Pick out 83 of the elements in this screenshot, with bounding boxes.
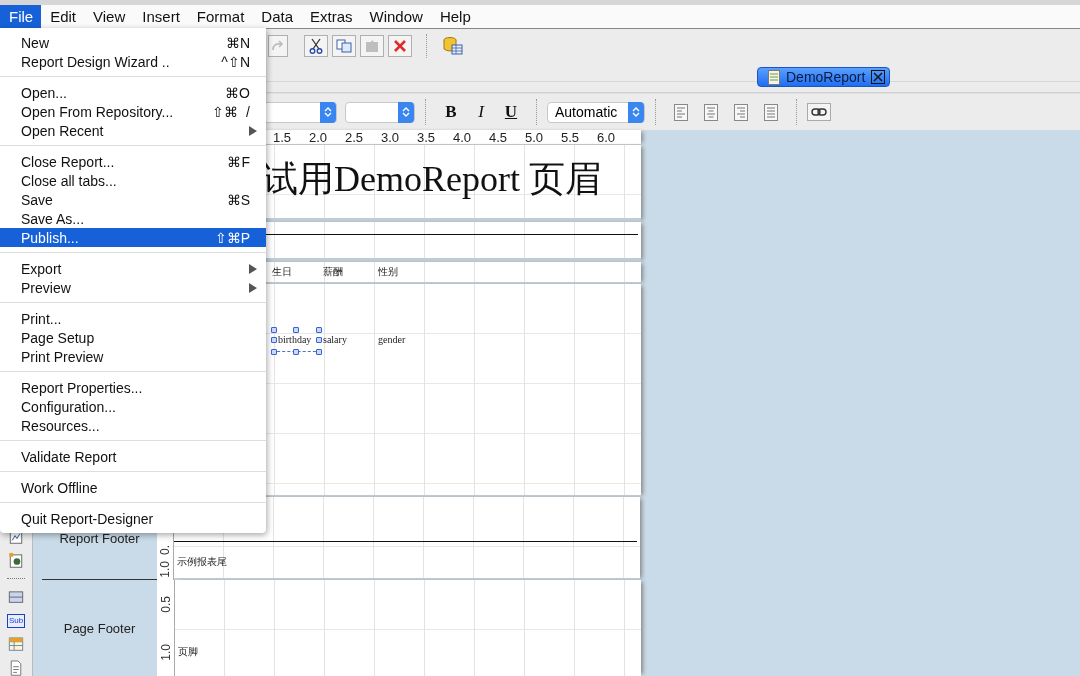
delete-icon <box>393 38 407 53</box>
font-family-dropdown[interactable] <box>266 101 337 123</box>
menu-bar-item[interactable]: File <box>0 5 42 28</box>
delete-button[interactable] <box>388 34 412 57</box>
link-button[interactable] <box>807 103 831 121</box>
menu-bar-item[interactable]: Window <box>360 5 431 28</box>
ruler-label: 0. <box>158 545 172 556</box>
ruler-label: 1.0 <box>158 643 173 661</box>
subreport-icon[interactable]: Sub <box>6 613 26 628</box>
data-field[interactable]: salary <box>323 334 378 350</box>
clipboard-icon <box>364 38 380 53</box>
align-center-icon[interactable] <box>704 103 718 121</box>
menu-item[interactable]: Report Design Wizard .. ^⇧N <box>0 52 266 71</box>
redo-icon <box>271 39 285 52</box>
menu-item[interactable]: Page Setup <box>0 328 266 347</box>
ruler-label: 1.5 <box>271 129 293 145</box>
menu-bar-item[interactable]: Insert <box>133 5 188 28</box>
menu-item[interactable]: Export <box>0 259 266 278</box>
database-button[interactable] <box>441 34 465 57</box>
ruler-label: 0.5 <box>158 595 173 613</box>
menu-item[interactable]: Open... ⌘O <box>0 83 266 102</box>
ruler-label: 5.5 <box>559 129 581 145</box>
ruler-label: 2.0 <box>307 129 329 145</box>
menu-item[interactable]: Report Properties... <box>0 378 266 397</box>
font-size-dropdown[interactable] <box>345 101 415 123</box>
copy-icon <box>336 38 352 53</box>
menu-bar-item[interactable]: Edit <box>41 5 85 28</box>
ruler-label: 3.5 <box>415 129 437 145</box>
menu-item[interactable]: Print Preview <box>0 347 266 366</box>
ruler-label: 3.0 <box>379 129 401 145</box>
ruler-label: 2.5 <box>343 129 365 145</box>
menu-bar-item[interactable]: Data <box>252 5 301 28</box>
menu-item[interactable]: Open From Repository... ⇧⌘ / <box>0 102 266 121</box>
menu-bar-item[interactable]: Extras <box>301 5 361 28</box>
bold-button[interactable]: B <box>436 102 466 122</box>
document-icon[interactable] <box>8 659 24 676</box>
scissors-icon <box>309 37 323 54</box>
footer-text: 页脚 <box>177 645 199 659</box>
menu-item[interactable]: Work Offline <box>0 478 266 497</box>
ruler-label: 4.0 <box>451 129 473 145</box>
menu-bar-item[interactable]: View <box>84 5 134 28</box>
chain-link-icon <box>811 108 827 116</box>
report-tab[interactable]: DemoReport <box>757 67 890 87</box>
document-icon <box>768 69 780 85</box>
menu-bar-item[interactable]: Help <box>430 5 479 28</box>
image-icon[interactable] <box>8 552 24 569</box>
stepper-icon <box>632 106 640 118</box>
ruler-label: 6.0 <box>595 129 617 145</box>
ruler-label: 4.5 <box>487 129 509 145</box>
align-left-icon[interactable] <box>674 103 688 121</box>
italic-button[interactable]: I <box>466 102 496 122</box>
data-field[interactable]: gender <box>378 334 438 350</box>
menu-item[interactable]: Print... <box>0 309 266 328</box>
underline-button[interactable]: U <box>496 102 526 122</box>
cut-button[interactable] <box>304 34 328 57</box>
menu-bar-item[interactable]: Format <box>187 5 253 28</box>
close-icon[interactable] <box>871 70 886 84</box>
column-label: 生日 <box>272 265 293 279</box>
stepper-icon <box>324 106 332 118</box>
column-label: 薪酬 <box>323 265 344 279</box>
menu-item[interactable]: New ⌘N <box>0 33 266 52</box>
color-dropdown[interactable]: Automatic <box>547 101 645 123</box>
menu-item[interactable]: Configuration... <box>0 397 266 416</box>
ruler-label: 5.0 <box>523 129 545 145</box>
menu-item[interactable]: Publish... ⇧⌘P <box>0 228 266 247</box>
align-right-icon[interactable] <box>734 103 748 121</box>
database-icon <box>443 36 463 55</box>
menu-item[interactable]: Preview <box>0 278 266 297</box>
column-label: 性别 <box>378 265 399 279</box>
footer-text: 示例报表尾 <box>176 555 228 569</box>
menu-item[interactable]: Resources... <box>0 416 266 435</box>
menu-item[interactable]: Validate Report <box>0 447 266 466</box>
stepper-icon <box>402 106 410 118</box>
data-field[interactable]: birthday <box>272 328 321 352</box>
menu-item[interactable]: Save As... <box>0 209 266 228</box>
menu-item[interactable]: Open Recent <box>0 121 266 140</box>
table-icon[interactable] <box>8 635 24 652</box>
band-label[interactable]: Report Footer <box>59 530 140 546</box>
ruler-label: 1.0 <box>158 561 172 578</box>
menu-item[interactable]: Quit Report-Designer <box>0 509 266 528</box>
band-label[interactable]: Page Footer <box>63 620 136 636</box>
band-icon[interactable] <box>8 589 24 606</box>
justify-icon[interactable] <box>764 103 778 121</box>
